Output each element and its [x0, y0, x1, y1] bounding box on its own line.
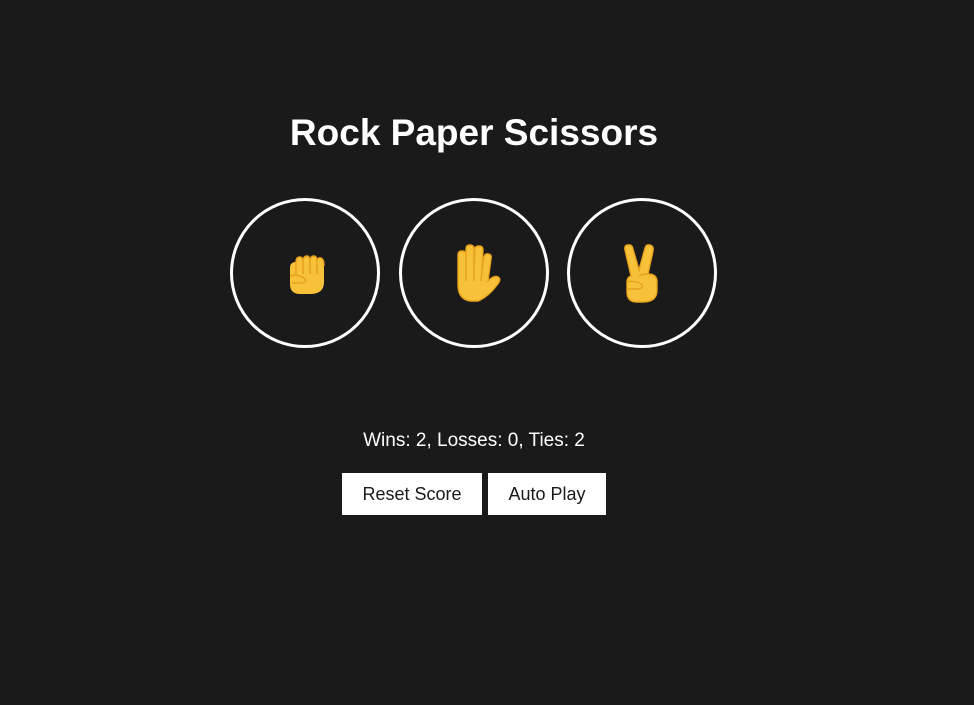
score-text: Wins: 2, Losses: 0, Ties: 2	[363, 430, 585, 451]
rock-button[interactable]	[230, 198, 380, 348]
victory-hand-icon	[617, 242, 667, 304]
paper-button[interactable]	[399, 198, 549, 348]
scissors-button[interactable]	[567, 198, 717, 348]
game-page: Rock Paper Scissors Wins: 2, Losses: 0, …	[0, 0, 974, 705]
page-title: Rock Paper Scissors	[289, 112, 659, 153]
raised-hand-icon	[444, 241, 504, 305]
fist-icon	[280, 248, 330, 298]
auto-play-button[interactable]: Auto Play	[488, 473, 606, 515]
reset-score-button[interactable]: Reset Score	[342, 473, 482, 515]
